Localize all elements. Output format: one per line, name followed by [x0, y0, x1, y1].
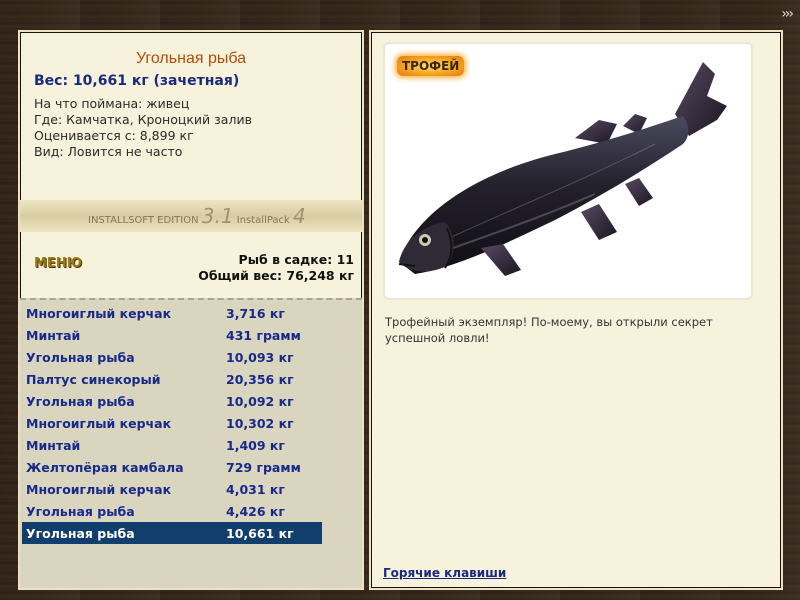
catch-fish-weight: 10,302 кг — [226, 415, 294, 431]
catch-fish-name: Угольная рыба — [26, 503, 135, 519]
fish-title: Угольная рыба — [135, 50, 247, 67]
catch-row[interactable]: Многоиглый керчак 4,031 кг — [22, 478, 322, 500]
trophy-panel: ТРОФЕЙ Трофейный экземпляр! По-моему, вы… — [369, 30, 783, 590]
catch-fish-weight: 10,093 кг — [226, 349, 294, 365]
catch-row[interactable]: Угольная рыба 4,426 кг — [22, 500, 322, 522]
fish-weight: Вес: 10,661 кг (зачетная) — [34, 73, 240, 89]
catch-fish-weight: 4,426 кг — [226, 503, 285, 519]
catch-row[interactable]: Угольная рыба 10,093 кг — [22, 346, 322, 368]
catch-fish-weight: 4,031 кг — [226, 481, 285, 497]
keepnet-total-weight: Общий вес: 76,248 кг — [198, 268, 354, 283]
menu-button[interactable]: МЕНЮ — [34, 256, 82, 271]
catch-fish-weight: 431 грамм — [226, 327, 301, 343]
catch-fish-name: Минтай — [26, 327, 81, 343]
catch-fish-name: Желтопёрая камбала — [26, 459, 184, 475]
location-info: Где: Камчатка, Кроноцкий залив — [34, 112, 252, 127]
catch-table: Многоиглый керчак 3,716 кг Минтай 431 грамм… — [22, 302, 322, 544]
catch-row[interactable]: Многоиглый керчак 3,716 кг — [22, 302, 322, 324]
catch-row[interactable]: Угольная рыба 10,661 кг — [22, 522, 322, 544]
catch-list: Многоиглый керчак 3,716 кг Минтай 431 грамм… — [20, 298, 362, 588]
catch-fish-name: Минтай — [26, 437, 81, 453]
hotkeys-link[interactable]: Горячие клавиши — [383, 566, 506, 580]
catch-fish-name: Угольная рыба — [26, 349, 135, 365]
catch-row[interactable]: Многоиглый керчак 10,302 кг — [22, 412, 322, 434]
catch-fish-weight: 1,409 кг — [226, 437, 285, 453]
catch-row[interactable]: Минтай 431 грамм — [22, 324, 322, 346]
catch-fish-weight: 20,356 кг — [226, 371, 294, 387]
fish-photo-card: ТРОФЕЙ — [385, 44, 751, 298]
sablefish-photo — [398, 62, 727, 276]
catch-row[interactable]: Угольная рыба 10,092 кг — [22, 390, 322, 412]
catch-row[interactable]: Палтус синекорый 20,356 кг — [22, 368, 322, 390]
installsoft-watermark: INSTALLSOFT EDITION 3.1 InstallPack 4 — [88, 204, 306, 228]
trophy-badge: ТРОФЕЙ — [397, 56, 465, 76]
keepnet-count: Рыб в садке: 11 — [238, 252, 354, 267]
catch-row[interactable]: Желтопёрая камбала 729 грамм — [22, 456, 322, 478]
catch-fish-name: Многоиглый керчак — [26, 481, 172, 497]
catch-fish-name: Многоиглый керчак — [26, 305, 172, 321]
bait-info: На что поймана: живец — [34, 96, 190, 111]
catch-fish-name: Угольная рыба — [22, 522, 222, 544]
trophy-message: Трофейный экземпляр! По-моему, вы открыл… — [385, 315, 713, 345]
catch-fish-weight: 10,092 кг — [226, 393, 294, 409]
catch-fish-name: Угольная рыба — [26, 393, 135, 409]
fish-info-panel: Угольная рыба Вес: 10,661 кг (зачетная) … — [18, 30, 364, 590]
divider-band: INSTALLSOFT EDITION 3.1 InstallPack 4 — [20, 200, 362, 232]
catch-fish-weight: 729 грамм — [226, 459, 301, 475]
next-arrows-icon[interactable]: ››› — [781, 6, 794, 22]
catch-fish-name: Многоиглый керчак — [26, 415, 172, 431]
catch-fish-weight: 3,716 кг — [226, 305, 285, 321]
valuation-info: Оценивается с: 8,899 кг — [34, 128, 194, 143]
catch-list-separator — [20, 298, 362, 300]
catch-row[interactable]: Минтай 1,409 кг — [22, 434, 322, 456]
catch-fish-weight: 10,661 кг — [222, 522, 322, 544]
catch-fish-name: Палтус синекорый — [26, 371, 161, 387]
rarity-info: Вид: Ловится не часто — [34, 144, 183, 159]
